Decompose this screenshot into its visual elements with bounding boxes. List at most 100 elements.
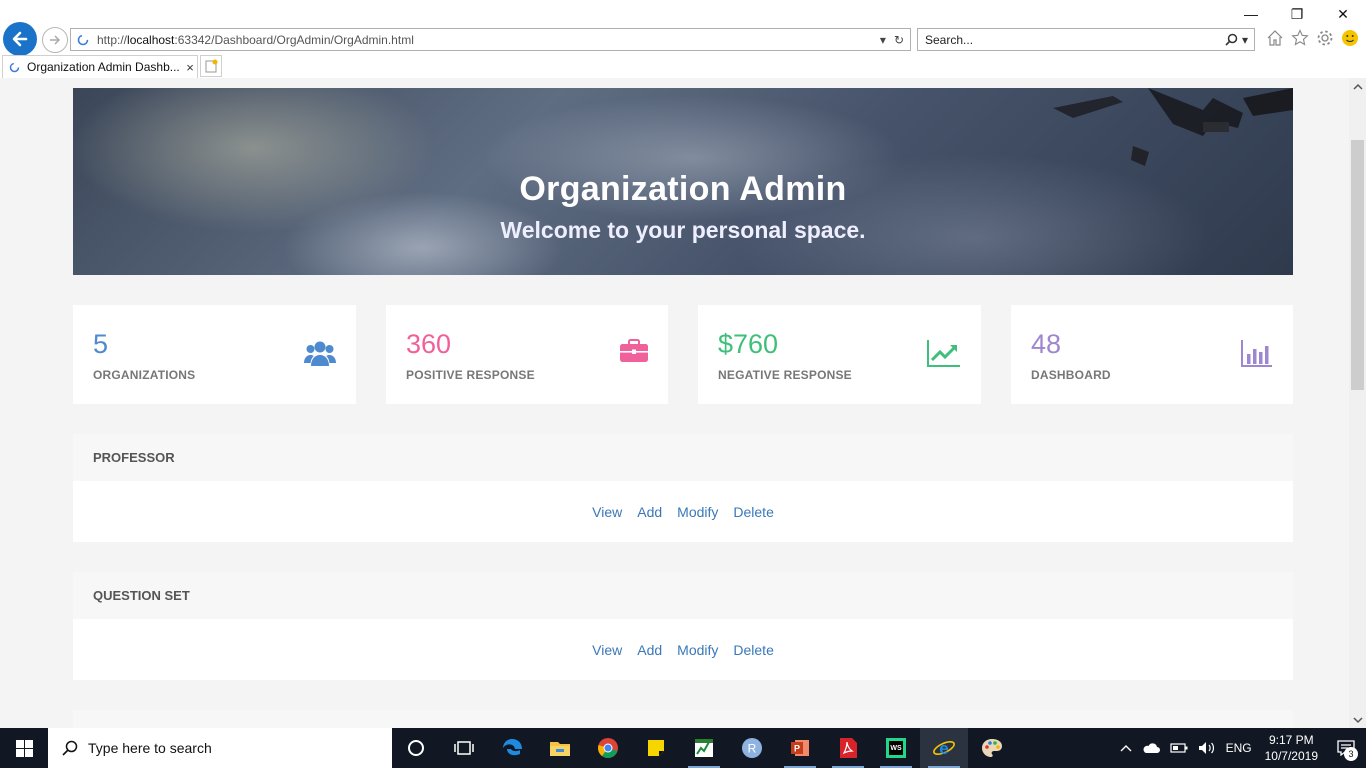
stat-value: $760 — [718, 329, 779, 359]
acrobat-icon[interactable] — [824, 728, 872, 768]
language-indicator[interactable]: ENG — [1221, 741, 1257, 755]
taskbar-search-box[interactable]: Type here to search — [48, 728, 392, 768]
favorites-star-icon[interactable] — [1291, 29, 1309, 47]
file-explorer-icon[interactable] — [536, 728, 584, 768]
scroll-thumb[interactable] — [1351, 140, 1364, 390]
minimize-button[interactable]: — — [1228, 0, 1274, 28]
tab-title: Organization Admin Dashb... — [27, 60, 180, 74]
stat-label: DASHBOARD — [1031, 368, 1111, 382]
settings-gear-icon[interactable] — [1316, 29, 1334, 47]
arrow-left-icon — [12, 31, 28, 47]
onedrive-cloud-icon[interactable] — [1137, 742, 1165, 754]
stat-value: 48 — [1031, 329, 1062, 359]
refresh-icon[interactable]: ↻ — [894, 33, 904, 47]
panel-actions: View Add Modify Delete — [73, 481, 1293, 542]
sticky-notes-icon[interactable] — [632, 728, 680, 768]
stat-value: 5 — [93, 329, 109, 359]
stat-label: ORGANIZATIONS — [93, 368, 196, 382]
svg-text:WS: WS — [890, 745, 902, 752]
arrow-right-icon — [50, 35, 61, 45]
panel-actions: View Add Modify Delete — [73, 619, 1293, 680]
notification-count-badge: 3 — [1344, 747, 1358, 761]
stat-card-organizations: 5 ORGANIZATIONS — [73, 305, 356, 404]
new-tab-icon — [205, 59, 218, 73]
stat-card-negative-response: $760 NEGATIVE RESPONSE — [698, 305, 981, 404]
search-dropdown-icon[interactable]: ▾ — [1242, 33, 1248, 47]
taskbar-search-text: Type here to search — [88, 740, 212, 756]
question-set-modify-link[interactable]: Modify — [677, 642, 718, 658]
question-set-panel: QUESTION SET View Add Modify Delete — [73, 572, 1293, 680]
search-icon — [62, 740, 78, 756]
feedback-smiley-icon[interactable] — [1341, 29, 1359, 47]
restore-button[interactable]: ❐ — [1274, 0, 1320, 28]
users-icon — [304, 341, 336, 366]
url-text[interactable]: http://localhost:63342/Dashboard/OrgAdmi… — [97, 33, 880, 47]
professor-view-link[interactable]: View — [592, 504, 622, 520]
hero-banner: Organization Admin Welcome to your perso… — [73, 88, 1293, 275]
volume-icon[interactable] — [1193, 741, 1221, 755]
bar-chart-icon — [1241, 340, 1272, 367]
page-scrollbar[interactable] — [1349, 78, 1366, 728]
paint-icon[interactable] — [968, 728, 1016, 768]
stat-value: 360 — [406, 329, 452, 359]
svg-text:P: P — [794, 744, 800, 754]
professor-delete-link[interactable]: Delete — [733, 504, 773, 520]
r-icon[interactable]: R — [728, 728, 776, 768]
close-window-button[interactable]: ✕ — [1320, 0, 1366, 28]
tab-close-button[interactable]: × — [183, 60, 197, 75]
briefcase-icon — [620, 339, 648, 362]
panel-header: QUESTION SET — [73, 572, 1293, 619]
trend-up-icon — [927, 340, 960, 367]
svg-text:R: R — [748, 742, 757, 756]
svg-text:e: e — [939, 739, 948, 758]
question-set-view-link[interactable]: View — [592, 642, 622, 658]
scroll-up-icon[interactable] — [1349, 78, 1366, 95]
search-icon[interactable] — [1225, 33, 1238, 46]
cortana-icon[interactable] — [392, 728, 440, 768]
search-input[interactable] — [925, 32, 1225, 47]
browser-tab[interactable]: Organization Admin Dashb... × — [2, 55, 198, 78]
browser-search-box[interactable]: ▾ — [917, 28, 1255, 51]
internet-explorer-icon[interactable]: e — [920, 728, 968, 768]
address-bar[interactable]: http://localhost:63342/Dashboard/OrgAdmi… — [70, 28, 911, 51]
webstorm-icon[interactable]: WS — [872, 728, 920, 768]
edge-icon[interactable] — [488, 728, 536, 768]
back-button[interactable] — [3, 22, 37, 56]
next-panel-partial — [73, 710, 1293, 728]
task-view-icon[interactable] — [440, 728, 488, 768]
clock[interactable]: 9:17 PM 10/7/2019 — [1257, 732, 1326, 764]
windows-logo-icon — [15, 739, 33, 757]
clock-date: 10/7/2019 — [1264, 749, 1318, 763]
page-subtitle: Welcome to your personal space. — [500, 217, 866, 243]
dropdown-icon[interactable]: ▾ — [880, 33, 886, 47]
page-viewport: Organization Admin Welcome to your perso… — [0, 78, 1349, 728]
panel-header: PROFESSOR — [73, 434, 1293, 481]
action-center-button[interactable]: 3 — [1326, 728, 1366, 768]
professor-panel: PROFESSOR View Add Modify Delete — [73, 434, 1293, 542]
professor-add-link[interactable]: Add — [637, 504, 662, 520]
project-icon[interactable] — [680, 728, 728, 768]
windows-taskbar: Type here to search R P WS e ENG 9:17 PM… — [0, 728, 1366, 768]
home-icon[interactable] — [1266, 29, 1284, 47]
window-controls: — ❐ ✕ — [1228, 0, 1366, 28]
question-set-add-link[interactable]: Add — [637, 642, 662, 658]
scroll-down-icon[interactable] — [1349, 711, 1366, 728]
page-title: Organization Admin — [519, 170, 847, 208]
system-tray: ENG 9:17 PM 10/7/2019 3 — [1115, 728, 1366, 768]
powerpoint-icon[interactable]: P — [776, 728, 824, 768]
stat-label: NEGATIVE RESPONSE — [718, 368, 852, 382]
question-set-delete-link[interactable]: Delete — [733, 642, 773, 658]
professor-modify-link[interactable]: Modify — [677, 504, 718, 520]
stat-label: POSITIVE RESPONSE — [406, 368, 535, 382]
stat-card-positive-response: 360 POSITIVE RESPONSE — [386, 305, 668, 404]
show-hidden-icons-icon[interactable] — [1115, 744, 1137, 752]
new-tab-button[interactable] — [200, 55, 222, 77]
chrome-icon[interactable] — [584, 728, 632, 768]
forward-button[interactable] — [42, 27, 68, 53]
battery-icon[interactable] — [1165, 743, 1193, 753]
clock-time: 9:17 PM — [1268, 733, 1314, 747]
taskbar-apps: R P WS e — [392, 728, 1016, 768]
start-button[interactable] — [0, 728, 48, 768]
browser-chrome: — ❐ ✕ http://localhost:63342/Dashboard/O… — [0, 0, 1366, 78]
browser-toolbar-icons — [1266, 29, 1359, 47]
